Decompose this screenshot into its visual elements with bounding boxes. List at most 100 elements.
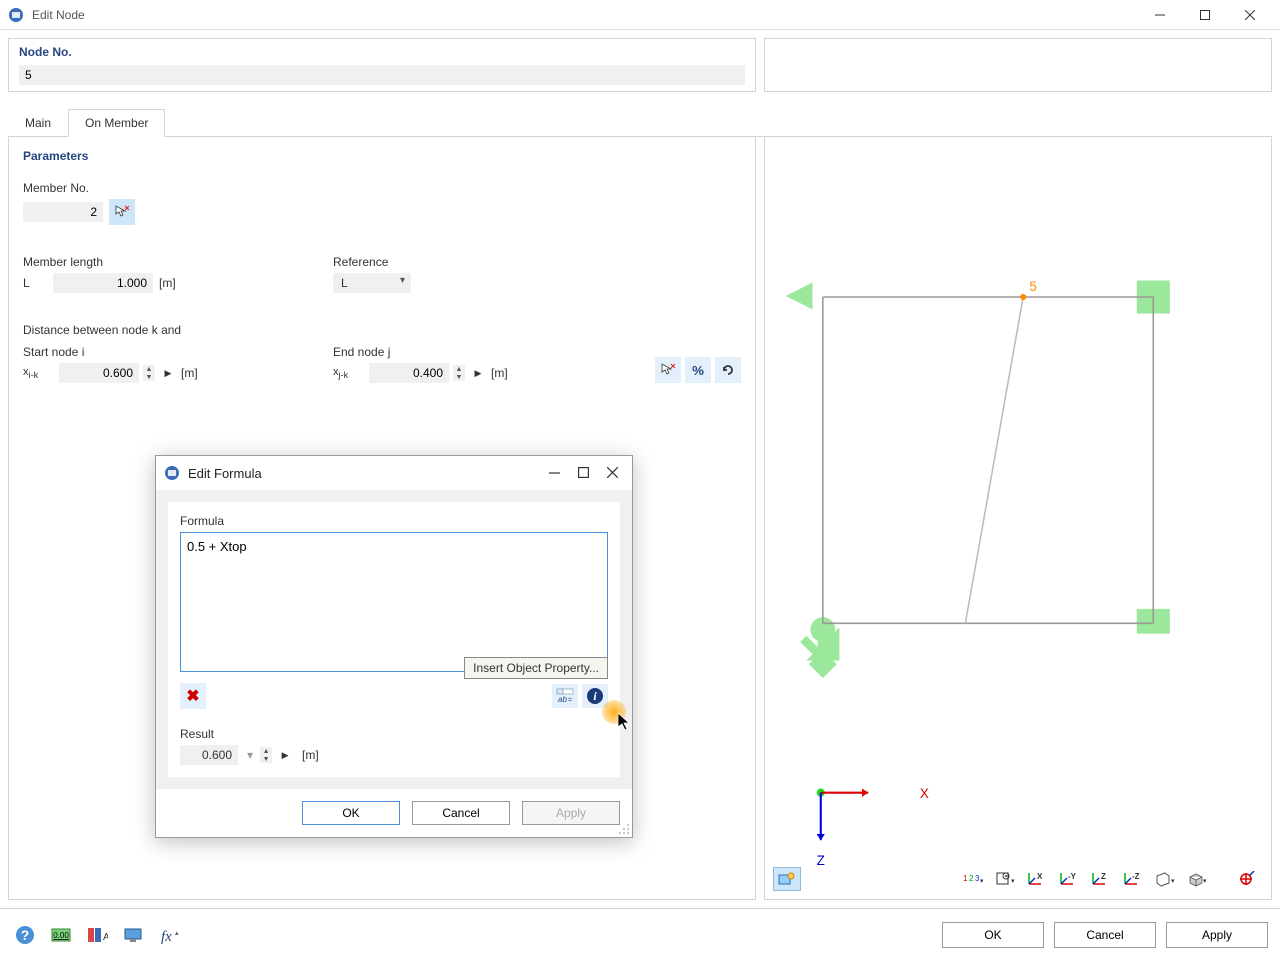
formula-titlebar: Edit Formula <box>156 456 632 490</box>
pick-distance-button[interactable] <box>655 357 681 383</box>
svg-text:=: = <box>568 697 572 704</box>
start-node-input[interactable] <box>59 363 139 383</box>
svg-text:ab: ab <box>558 695 567 704</box>
svg-text:fx: fx <box>161 929 172 945</box>
svg-text:▾: ▾ <box>980 878 983 885</box>
svg-text:?: ? <box>21 927 30 943</box>
display-button[interactable] <box>120 922 146 948</box>
svg-text:X: X <box>1037 872 1043 881</box>
formula-close-button[interactable] <box>607 466 618 481</box>
end-node-play-icon[interactable]: ▶ <box>471 365 485 381</box>
close-button[interactable] <box>1227 0 1272 30</box>
preview-numbering-button[interactable]: 123▾ <box>959 867 987 891</box>
preview-toolbar: 123▾ ▾ X -Y Z -Z ▾ ▾ <box>773 867 1263 891</box>
result-play-icon[interactable]: ▶ <box>278 747 292 763</box>
maximize-button[interactable] <box>1182 0 1227 30</box>
window-title: Edit Node <box>32 8 1137 22</box>
result-unit: [m] <box>302 748 319 762</box>
result-value: 0.600 <box>180 745 238 765</box>
member-no-label: Member No. <box>23 181 741 195</box>
units-button[interactable]: 0.00 <box>48 922 74 948</box>
svg-text:-Z: -Z <box>1132 872 1140 881</box>
end-node-input[interactable] <box>369 363 449 383</box>
preview-box-button[interactable]: ▾ <box>1183 867 1211 891</box>
end-node-spinner[interactable]: ▲▼ <box>453 365 465 381</box>
svg-text:Z: Z <box>1101 872 1106 881</box>
start-node-play-icon[interactable]: ▶ <box>161 365 175 381</box>
font-button[interactable]: A <box>84 922 110 948</box>
preview-axis-x-button[interactable]: X <box>1023 867 1051 891</box>
help-button[interactable]: ? <box>12 922 38 948</box>
formula-apply-button: Apply <box>522 801 620 825</box>
formula-app-icon <box>164 465 180 481</box>
reference-label: Reference <box>333 255 411 269</box>
pick-member-button[interactable] <box>109 199 135 225</box>
svg-text:A: A <box>103 932 108 943</box>
end-node-label: End node j <box>333 345 623 359</box>
preview-reset-button[interactable] <box>1233 867 1261 891</box>
tab-on-member[interactable]: On Member <box>68 109 165 137</box>
main-apply-button[interactable]: Apply <box>1166 922 1268 948</box>
end-node-symbol: xj-k <box>333 366 363 380</box>
svg-text:▾: ▾ <box>1203 878 1207 885</box>
percent-button[interactable]: % <box>685 357 711 383</box>
preview-axis-z-button[interactable]: Z <box>1087 867 1115 891</box>
start-node-spinner[interactable]: ▲▼ <box>143 365 155 381</box>
window-titlebar: Edit Node <box>0 0 1280 30</box>
svg-text:0.00: 0.00 <box>53 931 69 940</box>
formula-ok-button[interactable]: OK <box>302 801 400 825</box>
formula-label: Formula <box>180 514 608 528</box>
resize-grip-icon[interactable] <box>618 823 630 835</box>
insert-object-property-button[interactable]: i <box>582 684 608 708</box>
svg-text:▾: ▾ <box>1011 878 1015 885</box>
preview-node-label: 5 <box>1029 279 1036 294</box>
node-no-input[interactable] <box>19 65 745 85</box>
member-length-symbol: L <box>23 276 47 290</box>
svg-text:▾: ▾ <box>1171 878 1175 885</box>
preview-panel: 5 X Z 123▾ ▾ <box>764 137 1272 900</box>
insert-parameter-button[interactable]: ab= <box>552 684 578 708</box>
start-node-label: Start node i <box>23 345 333 359</box>
edit-formula-dialog: Edit Formula Formula 0.5 + Xtop ✖ Insert… <box>155 455 633 838</box>
svg-text:-Y: -Y <box>1068 872 1077 881</box>
app-icon <box>8 7 24 23</box>
reference-select[interactable]: L <box>333 273 411 293</box>
svg-text:1: 1 <box>963 874 968 883</box>
preview-show-button[interactable]: ▾ <box>991 867 1019 891</box>
result-spinner[interactable]: ▲▼ <box>260 747 272 763</box>
minimize-button[interactable] <box>1137 0 1182 30</box>
distance-label: Distance between node k and <box>23 323 741 337</box>
preview-view-button[interactable] <box>773 867 801 891</box>
tab-bar: Main On Member <box>8 108 1272 137</box>
formula-maximize-button[interactable] <box>578 466 589 481</box>
bottom-bar: ? 0.00 A fx▴ OK Cancel Apply <box>0 908 1280 960</box>
result-label: Result <box>180 727 608 741</box>
member-length-unit: [m] <box>159 276 176 290</box>
end-node-unit: [m] <box>491 366 508 380</box>
result-dropdown-icon[interactable]: ▾ <box>244 748 256 762</box>
start-node-symbol: xi-k <box>23 366 53 380</box>
axis-x-label: X <box>920 786 929 801</box>
formula-minimize-button[interactable] <box>549 466 560 481</box>
tab-main[interactable]: Main <box>8 109 68 137</box>
start-node-unit: [m] <box>181 366 198 380</box>
axis-z-label: Z <box>817 853 825 868</box>
formula-textarea[interactable]: 0.5 + Xtop <box>180 532 608 672</box>
svg-text:▴: ▴ <box>175 930 179 937</box>
preview-axis-neg-z-button[interactable]: -Z <box>1119 867 1147 891</box>
main-cancel-button[interactable]: Cancel <box>1054 922 1156 948</box>
preview-axis-neg-y-button[interactable]: -Y <box>1055 867 1083 891</box>
svg-text:2: 2 <box>969 874 974 883</box>
formula-delete-button[interactable]: ✖ <box>180 683 206 709</box>
member-no-input[interactable] <box>23 202 103 222</box>
main-ok-button[interactable]: OK <box>942 922 1044 948</box>
formula-cancel-button[interactable]: Cancel <box>412 801 510 825</box>
member-length-label: Member length <box>23 255 333 269</box>
fx-button[interactable]: fx▴ <box>156 922 182 948</box>
formula-title: Edit Formula <box>188 466 549 481</box>
parameters-header: Parameters <box>23 149 741 163</box>
preview-viewport[interactable]: 5 X Z <box>765 137 1271 899</box>
member-length-input[interactable] <box>53 273 153 293</box>
preview-perspective-button[interactable]: ▾ <box>1151 867 1179 891</box>
undo-button[interactable] <box>715 357 741 383</box>
